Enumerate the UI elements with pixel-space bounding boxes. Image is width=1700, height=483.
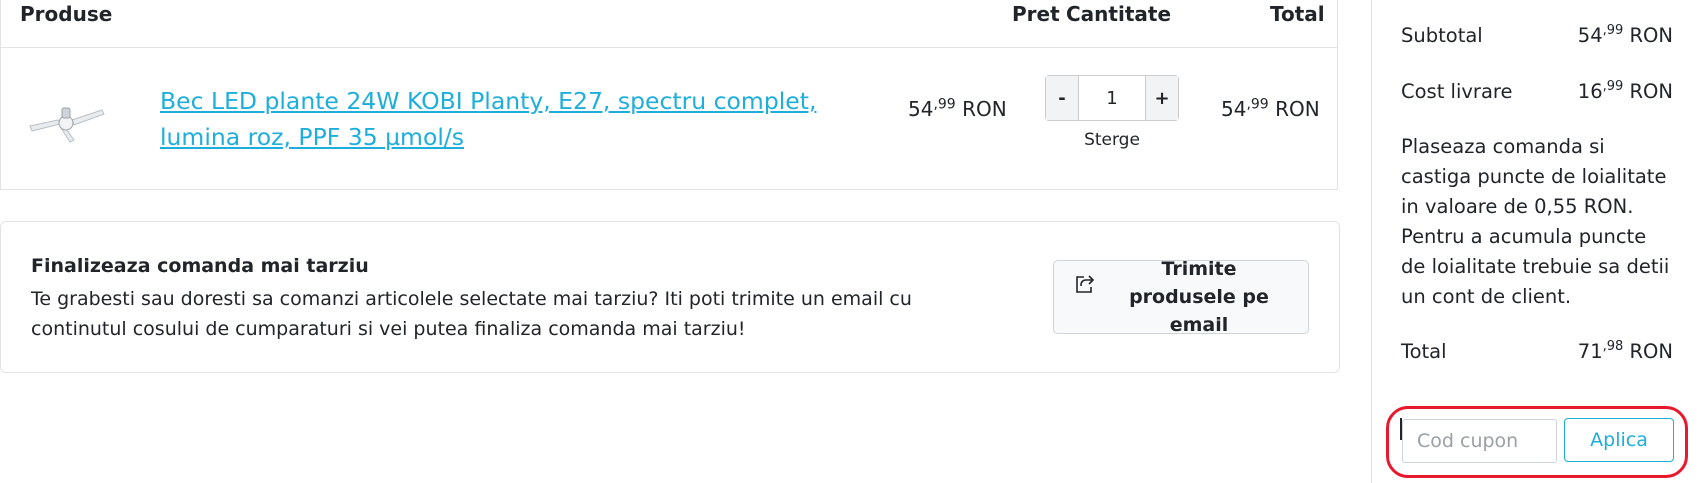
sidebar-divider (1371, 0, 1372, 483)
loyalty-info-text: Plaseaza comanda si castiga puncte de lo… (1401, 135, 1670, 308)
apply-coupon-button[interactable]: Aplica (1564, 418, 1674, 462)
order-total-currency: RON (1623, 340, 1674, 363)
quantity-input[interactable] (1079, 76, 1145, 120)
total-currency: RON (1268, 97, 1320, 121)
quantity-decrease-button[interactable]: - (1046, 76, 1079, 120)
item-line-total: 54,99 RON (1221, 97, 1320, 121)
cart-header-row: Produse Pret Cantitate Total (0, 0, 1338, 48)
text-caret (1400, 418, 1402, 440)
shipping-decimals: ,99 (1602, 79, 1624, 95)
total-integer: 54 (1221, 97, 1247, 121)
shipping-currency: RON (1623, 80, 1674, 103)
finalize-later-text: Te grabesti sau doresti sa comanzi artic… (31, 288, 912, 340)
total-decimals: ,99 (1246, 96, 1269, 113)
header-total: Total (1270, 2, 1325, 26)
shipping-integer: 16 (1577, 80, 1603, 103)
shipping-label: Cost livrare (1401, 80, 1513, 103)
led-grow-bulb-image[interactable] (24, 96, 114, 144)
price-decimals: ,99 (933, 96, 956, 113)
subtotal-label: Subtotal (1401, 24, 1483, 47)
email-cart-button-label: Trimite produsele pe email (1129, 258, 1269, 336)
order-total-label: Total (1401, 340, 1447, 363)
subtotal-decimals: ,99 (1602, 23, 1624, 39)
quantity-stepper: - + (1045, 75, 1179, 121)
header-price: Pret (1012, 2, 1060, 26)
product-name-link[interactable]: Bec LED plante 24W KOBI Planty, E27, spe… (160, 83, 880, 155)
email-cart-button[interactable]: Trimite produsele pe email (1053, 258, 1309, 336)
quantity-increase-button[interactable]: + (1145, 76, 1178, 120)
price-currency: RON (955, 97, 1007, 121)
share-icon (1073, 273, 1095, 295)
subtotal-integer: 54 (1577, 24, 1603, 47)
subtotal-currency: RON (1623, 24, 1674, 47)
item-unit-price: 54,99 RON (908, 97, 1007, 121)
order-total-integer: 71 (1577, 340, 1603, 363)
order-total-decimals: ,98 (1602, 339, 1624, 355)
order-total-value: 71,98 RON (1578, 340, 1673, 363)
header-quantity: Cantitate (1066, 2, 1172, 26)
price-integer: 54 (908, 97, 934, 121)
remove-item-link[interactable]: Sterge (1045, 130, 1179, 150)
header-products: Produse (20, 2, 113, 26)
shipping-value: 16,99 RON (1578, 80, 1673, 103)
subtotal-value: 54,99 RON (1578, 24, 1673, 47)
coupon-code-input[interactable] (1402, 419, 1557, 463)
finalize-later-title: Finalizeaza comanda mai tarziu (31, 255, 369, 277)
